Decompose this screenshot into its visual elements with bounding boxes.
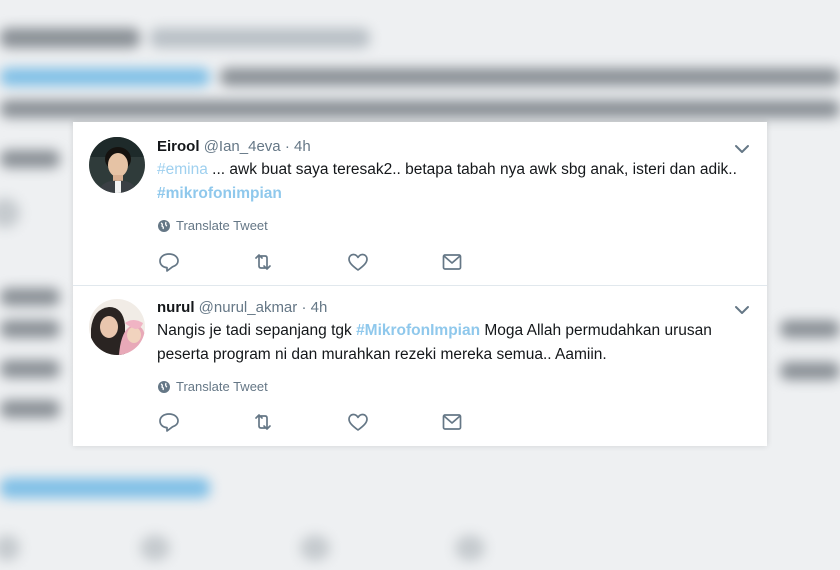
separator-dot: ·: [301, 299, 307, 316]
tweet-text: #emina ... awk buat saya teresak2.. beta…: [157, 158, 747, 206]
avatar[interactable]: [89, 137, 145, 193]
tweet-text: Nangis je tadi sepanjang tgk #MikrofonIm…: [157, 319, 747, 367]
like-icon[interactable]: [346, 250, 370, 274]
tweet-text-segment: ... awk buat saya teresak2.. betapa taba…: [207, 161, 737, 178]
tweet-text-segment: Nangis je tadi sepanjang tgk: [157, 322, 357, 339]
tweet-time[interactable]: 4h: [294, 138, 311, 155]
tweet[interactable]: Eirool @Ian_4eva · 4h #emina ... awk bua…: [73, 122, 767, 286]
globe-icon: [158, 219, 170, 232]
direct-message-icon[interactable]: [440, 410, 464, 434]
retweet-icon[interactable]: [251, 250, 275, 274]
profile-photo-man-icon: [89, 137, 145, 193]
translate-label: Translate Tweet: [176, 379, 268, 394]
hashtag-link[interactable]: #emina: [157, 161, 208, 178]
hashtag-link[interactable]: #MikrofonImpian: [356, 322, 480, 339]
translate-label: Translate Tweet: [176, 218, 268, 233]
retweet-icon[interactable]: [251, 410, 275, 434]
avatar[interactable]: [89, 299, 145, 355]
tweet-time[interactable]: 4h: [311, 299, 328, 316]
profile-photo-woman-hijab-icon: [89, 299, 145, 355]
tweet-header: nurul @nurul_akmar · 4h: [157, 299, 327, 316]
translate-tweet-link[interactable]: Translate Tweet: [157, 218, 268, 233]
chevron-down-icon[interactable]: [733, 301, 751, 319]
tweet-header: Eirool @Ian_4eva · 4h: [157, 138, 311, 155]
direct-message-icon[interactable]: [440, 250, 464, 274]
translate-tweet-link[interactable]: Translate Tweet: [157, 379, 268, 394]
display-name[interactable]: nurul: [157, 299, 195, 316]
reply-icon[interactable]: [157, 410, 181, 434]
tweet[interactable]: nurul @nurul_akmar · 4h Nangis je tadi s…: [73, 286, 767, 446]
user-handle[interactable]: @Ian_4eva: [204, 138, 281, 155]
tweet-list-card: Eirool @Ian_4eva · 4h #emina ... awk bua…: [73, 122, 767, 446]
like-icon[interactable]: [346, 410, 370, 434]
user-handle[interactable]: @nurul_akmar: [199, 299, 298, 316]
separator-dot: ·: [284, 138, 290, 155]
tweet-actions: [157, 410, 677, 434]
reply-icon[interactable]: [157, 250, 181, 274]
chevron-down-icon[interactable]: [733, 140, 751, 158]
tweet-actions: [157, 250, 677, 274]
display-name[interactable]: Eirool: [157, 138, 200, 155]
hashtag-link[interactable]: #mikrofonimpian: [157, 185, 282, 202]
globe-icon: [158, 380, 170, 393]
